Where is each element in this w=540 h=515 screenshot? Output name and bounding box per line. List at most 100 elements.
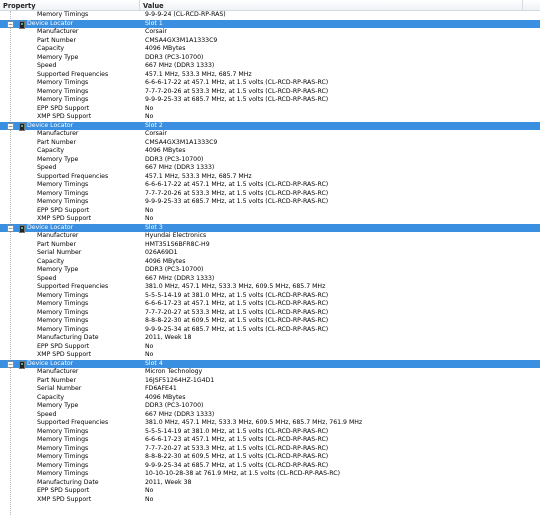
device-locator-row[interactable]: − Device Locator Slot 1: [0, 19, 540, 29]
property-row[interactable]: Part Number CMSA4GX3M1A1333C9: [0, 139, 540, 148]
property-row[interactable]: Memory Timings 9-9-9-25-33 at 685.7 MHz, …: [0, 198, 540, 207]
property-name: Memory Timings: [37, 198, 89, 205]
property-name: Memory Timings: [37, 461, 89, 469]
property-value: No: [145, 206, 154, 214]
property-name: Memory Timings: [37, 181, 89, 188]
property-row[interactable]: Supported Frequencies 457.1 MHz, 533.3 MH…: [0, 173, 540, 182]
property-row[interactable]: Memory Timings 9-9-9-24 (CL-RCD-RP-RAS): [0, 11, 540, 20]
property-name: Memory Type: [37, 266, 79, 273]
property-row[interactable]: Part Number CMSA4GX3M1A1333C9: [0, 37, 540, 46]
property-value: 457.1 MHz, 533.3 MHz, 685.7 MHz: [145, 70, 252, 78]
property-name: Device Locator: [27, 19, 74, 27]
property-row[interactable]: Supported Frequencies 381.0 MHz, 457.1 MH…: [0, 283, 540, 292]
property-row[interactable]: Memory Timings 5-5-5-14-19 at 381.0 MHz, …: [0, 292, 540, 301]
property-name: Memory Timings: [37, 317, 89, 324]
property-row[interactable]: XMP SPD Support No: [0, 215, 540, 224]
property-row[interactable]: Memory Timings 9-9-9-25-33 at 685.7 MHz, …: [0, 96, 540, 105]
property-row[interactable]: Manufacturing Date 2011, Week 18: [0, 334, 540, 343]
collapse-toggle-icon[interactable]: −: [7, 122, 14, 130]
property-value: 4096 MBytes: [145, 257, 186, 265]
property-row[interactable]: Speed 667 MHz (DDR3 1333): [0, 62, 540, 71]
property-row[interactable]: Manufacturer Micron Technology: [0, 368, 540, 377]
property-row[interactable]: Memory Timings 8-8-8-22-30 at 609.5 MHz, …: [0, 453, 540, 462]
property-row[interactable]: Capacity 4096 MBytes: [0, 147, 540, 156]
property-row[interactable]: Memory Type DDR3 (PC3-10700): [0, 402, 540, 411]
property-name: Memory Timings: [37, 444, 89, 452]
property-row[interactable]: Capacity 4096 MBytes: [0, 394, 540, 403]
property-value: 4096 MBytes: [145, 45, 186, 52]
property-row[interactable]: XMP SPD Support No: [0, 113, 540, 122]
property-row[interactable]: Memory Timings 6-6-6-17-23 at 457.1 MHz, …: [0, 300, 540, 309]
column-divider[interactable]: [522, 0, 523, 11]
property-row[interactable]: XMP SPD Support No: [0, 351, 540, 360]
property-row[interactable]: Manufacturer Hyundai Electronics: [0, 232, 540, 241]
device-locator-row[interactable]: − Device Locator Slot 2: [0, 121, 540, 131]
property-row[interactable]: Capacity 4096 MBytes: [0, 45, 540, 54]
property-name: Speed: [37, 164, 57, 171]
property-row[interactable]: Supported Frequencies 381.0 MHz, 457.1 MH…: [0, 419, 540, 428]
property-row[interactable]: EPP SPD Support No: [0, 105, 540, 114]
property-name: Part Number: [37, 376, 77, 384]
property-row[interactable]: Manufacturer Corsair: [0, 28, 540, 37]
property-name: Memory Timings: [37, 427, 89, 435]
property-value: 16JSF51264HZ-1G4D1: [145, 376, 215, 384]
property-value: 7-7-7-20-27 at 533.3 MHz, at 1.5 volts (…: [145, 308, 329, 316]
property-name: Memory Type: [37, 402, 79, 409]
collapse-toggle-icon[interactable]: −: [7, 360, 14, 368]
property-row[interactable]: Manufacturing Date 2011, Week 38: [0, 479, 540, 488]
property-row[interactable]: Part Number HMT351S6BFR8C-H9: [0, 241, 540, 250]
property-row[interactable]: Speed 667 MHz (DDR3 1333): [0, 411, 540, 420]
property-row[interactable]: XMP SPD Support No: [0, 496, 540, 505]
property-row[interactable]: Part Number 16JSF51264HZ-1G4D1: [0, 377, 540, 386]
property-name: XMP SPD Support: [37, 215, 92, 222]
property-row[interactable]: Memory Timings 5-5-5-14-19 at 381.0 MHz, …: [0, 428, 540, 437]
property-row[interactable]: Serial Number 026A69D1: [0, 249, 540, 258]
property-name: Capacity: [37, 393, 65, 401]
property-row[interactable]: Memory Timings 8-8-8-22-30 at 609.5 MHz, …: [0, 317, 540, 326]
property-row[interactable]: Memory Type DDR3 (PC3-10700): [0, 54, 540, 63]
property-value: 4096 MBytes: [145, 393, 186, 401]
column-divider[interactable]: [139, 0, 140, 11]
property-name: Speed: [37, 274, 57, 282]
property-name: Manufacturing Date: [37, 478, 99, 486]
property-row[interactable]: Memory Timings 10-10-10-28-38 at 761.9 MH…: [0, 470, 540, 479]
property-row[interactable]: Memory Timings 7-7-7-20-27 at 533.3 MHz, …: [0, 445, 540, 454]
property-value: 9-9-9-24 (CL-RCD-RP-RAS): [145, 11, 226, 18]
property-row[interactable]: Manufacturer Corsair: [0, 130, 540, 139]
property-name: Manufacturer: [37, 232, 79, 239]
property-row[interactable]: Memory Timings 7-7-7-20-27 at 533.3 MHz, …: [0, 309, 540, 318]
property-value: 457.1 MHz, 533.3 MHz, 685.7 MHz: [145, 172, 252, 180]
property-row[interactable]: EPP SPD Support No: [0, 207, 540, 216]
property-row[interactable]: EPP SPD Support No: [0, 487, 540, 496]
property-row[interactable]: EPP SPD Support No: [0, 343, 540, 352]
property-value: No: [145, 104, 154, 112]
property-row[interactable]: Memory Timings 7-7-7-20-26 at 533.3 MHz, …: [0, 88, 540, 97]
property-row[interactable]: Memory Type DDR3 (PC3-10700): [0, 266, 540, 275]
property-row[interactable]: Speed 667 MHz (DDR3 1333): [0, 275, 540, 284]
device-locator-row[interactable]: − Device Locator Slot 3: [0, 223, 540, 233]
property-row[interactable]: Memory Timings 7-7-7-20-26 at 533.3 MHz, …: [0, 190, 540, 199]
property-row[interactable]: Capacity 4096 MBytes: [0, 258, 540, 267]
property-value: 5-5-5-14-19 at 381.0 MHz, at 1.5 volts (…: [145, 291, 329, 299]
property-name: EPP SPD Support: [37, 487, 90, 494]
property-row[interactable]: Memory Timings 6-6-6-17-23 at 457.1 MHz, …: [0, 436, 540, 445]
property-row[interactable]: Memory Timings 9-9-9-25-34 at 685.7 MHz, …: [0, 462, 540, 471]
property-value: Corsair: [145, 130, 167, 137]
property-row[interactable]: Speed 667 MHz (DDR3 1333): [0, 164, 540, 173]
property-name: XMP SPD Support: [37, 113, 92, 120]
property-row[interactable]: Memory Timings 6-6-6-17-22 at 457.1 MHz, …: [0, 79, 540, 88]
property-row[interactable]: Supported Frequencies 457.1 MHz, 533.3 MH…: [0, 71, 540, 80]
value-column-header[interactable]: Value: [143, 2, 164, 10]
property-row[interactable]: Memory Type DDR3 (PC3-10700): [0, 156, 540, 165]
collapse-toggle-icon[interactable]: −: [7, 20, 14, 28]
device-locator-row[interactable]: − Device Locator Slot 4: [0, 359, 540, 369]
property-column-header[interactable]: Property: [3, 2, 36, 10]
property-value: 6-6-6-17-23 at 457.1 MHz, at 1.5 volts (…: [145, 300, 329, 307]
property-value: No: [145, 215, 154, 222]
property-name: Capacity: [37, 45, 65, 52]
property-row[interactable]: Memory Timings 6-6-6-17-22 at 457.1 MHz, …: [0, 181, 540, 190]
collapse-toggle-icon[interactable]: −: [7, 224, 14, 232]
property-row[interactable]: Serial Number FD6AFE41: [0, 385, 540, 394]
property-value: Slot 2: [145, 121, 163, 129]
property-row[interactable]: Memory Timings 9-9-9-25-34 at 685.7 MHz, …: [0, 326, 540, 335]
